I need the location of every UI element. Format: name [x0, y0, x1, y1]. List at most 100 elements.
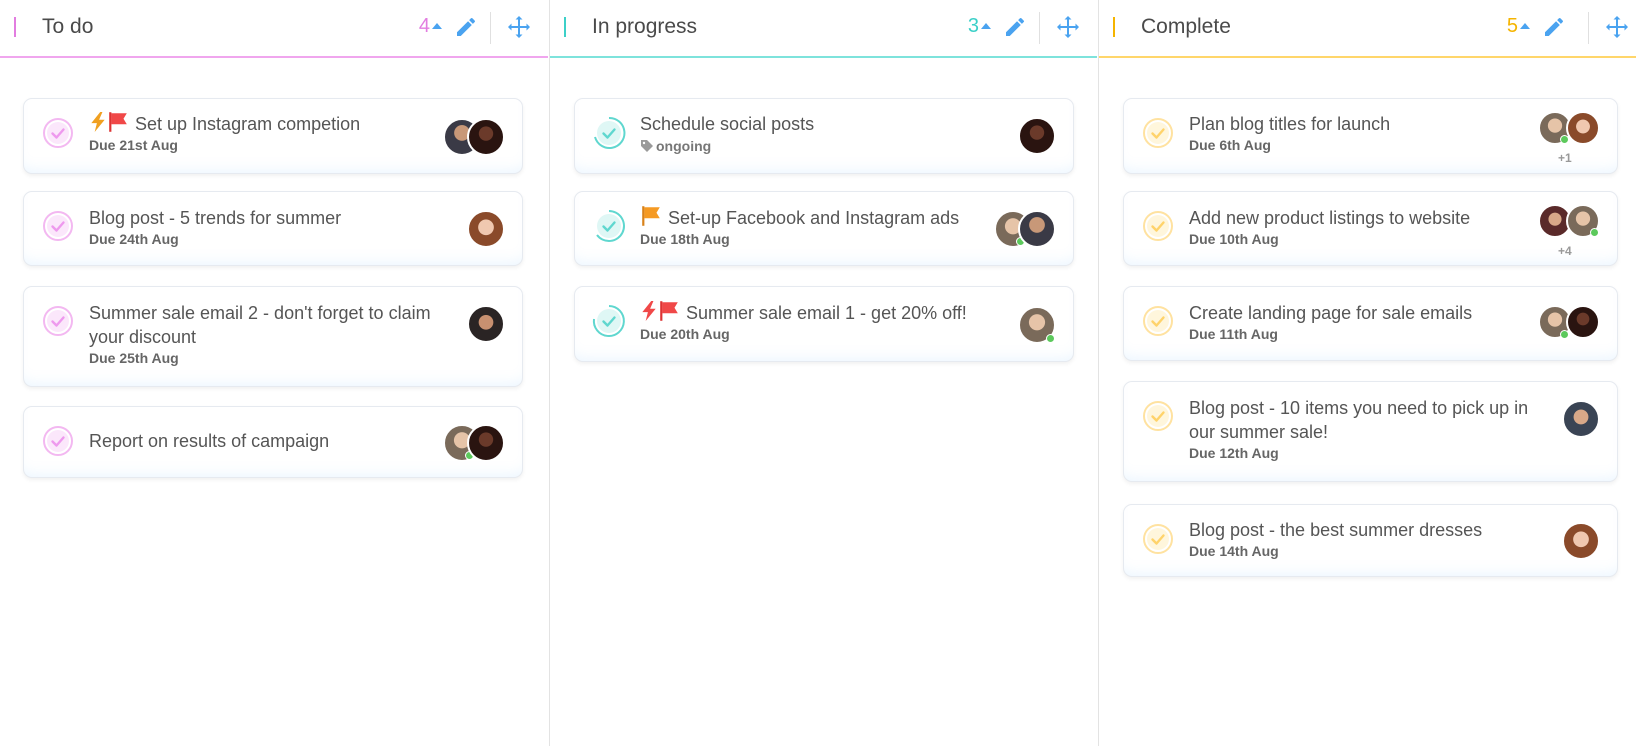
- move-icon[interactable]: [507, 15, 531, 39]
- due-date: Due 6th Aug: [1189, 137, 1271, 153]
- task-title-text: Set-up Facebook and Instagram ads: [668, 208, 960, 228]
- task-card[interactable]: Report on results of campaign: [23, 406, 523, 478]
- column-header: In progress 3: [550, 0, 1097, 58]
- task-card[interactable]: Add new product listings to website Due …: [1123, 191, 1618, 266]
- assignees: [467, 305, 505, 343]
- header-divider: [490, 12, 491, 44]
- task-card[interactable]: Blog post - 5 trends for summer Due 24th…: [23, 191, 523, 266]
- avatar[interactable]: [1566, 305, 1600, 339]
- pencil-icon[interactable]: [1003, 15, 1027, 39]
- avatar[interactable]: [467, 424, 505, 462]
- check-circle-icon[interactable]: [1142, 523, 1174, 555]
- due-date: Due 12th Aug: [1189, 445, 1279, 461]
- pencil-icon[interactable]: [1542, 15, 1566, 39]
- task-card[interactable]: Schedule social posts ongoing: [574, 98, 1074, 174]
- check-circle-icon[interactable]: [1142, 210, 1174, 242]
- red-flag-icon: [107, 112, 129, 132]
- pencil-icon[interactable]: [454, 15, 478, 39]
- due-date: Due 21st Aug: [89, 137, 178, 153]
- assignees: [1018, 117, 1056, 155]
- assignees: [1018, 306, 1056, 344]
- column-header: Complete 5: [1099, 0, 1636, 58]
- task-card[interactable]: Create landing page for sale emails Due …: [1123, 286, 1618, 361]
- lightning-icon: [640, 301, 658, 321]
- check-circle-icon[interactable]: [42, 210, 74, 242]
- assignees: [1538, 305, 1600, 343]
- task-title: Summer sale email 1 - get 20% off!: [640, 301, 973, 325]
- progress-check-icon[interactable]: [591, 208, 627, 244]
- task-title: Blog post - the best summer dresses: [1189, 520, 1483, 540]
- column-complete: Complete 5 Plan blog titles for launch D…: [1098, 0, 1636, 746]
- task-card[interactable]: Plan blog titles for launch Due 6th Aug …: [1123, 98, 1618, 174]
- task-title: Schedule social posts: [640, 114, 815, 134]
- header-divider: [1588, 12, 1589, 44]
- avatar[interactable]: [1562, 522, 1600, 560]
- due-date: Due 10th Aug: [1189, 231, 1279, 247]
- collapse-caret-icon[interactable]: [1520, 23, 1530, 29]
- collapse-caret-icon[interactable]: [981, 23, 991, 29]
- task-card[interactable]: Blog post - 10 items you need to pick up…: [1123, 381, 1618, 482]
- task-title: Add new product listings to website: [1189, 208, 1471, 228]
- task-title-line-2: your discount: [89, 327, 197, 347]
- due-date: Due 18th Aug: [640, 231, 730, 247]
- check-circle-icon[interactable]: [1142, 117, 1174, 149]
- avatar[interactable]: [467, 118, 505, 156]
- more-assignees-count[interactable]: +4: [1558, 244, 1572, 258]
- task-title: Set-up Facebook and Instagram ads: [640, 206, 973, 230]
- task-title: Set up Instagram competion: [89, 112, 422, 136]
- assignees: [443, 118, 505, 156]
- column-accent-bar: [564, 17, 566, 37]
- column-count: 5: [1506, 15, 1518, 37]
- task-card[interactable]: Summer sale email 1 - get 20% off! Due 2…: [574, 286, 1074, 362]
- column-title: Complete: [1141, 15, 1231, 38]
- lightning-icon: [89, 112, 107, 132]
- header-divider: [1039, 12, 1040, 44]
- task-title-line-1: Summer sale email 2 - don't forget to cl…: [89, 303, 431, 323]
- tag-label[interactable]: ongoing: [640, 138, 973, 154]
- check-circle-icon[interactable]: [42, 425, 74, 457]
- avatar[interactable]: [1018, 117, 1056, 155]
- avatar[interactable]: [1562, 400, 1600, 438]
- task-card[interactable]: Set-up Facebook and Instagram ads Due 18…: [574, 191, 1074, 266]
- assignees: [467, 210, 505, 248]
- column-in-progress: In progress 3 Schedule social posts ongo…: [549, 0, 1097, 746]
- progress-check-icon[interactable]: [591, 115, 627, 151]
- assignees: [994, 210, 1056, 248]
- due-date: Due 11th Aug: [1189, 326, 1278, 342]
- check-circle-icon[interactable]: [42, 117, 74, 149]
- column-to-do: To do 4 Set up Instagram competion Due 2…: [0, 0, 548, 746]
- task-title: Plan blog titles for launch: [1189, 114, 1391, 134]
- task-card[interactable]: Set up Instagram competion Due 21st Aug: [23, 98, 523, 174]
- task-title: Report on results of campaign: [89, 431, 330, 451]
- online-status-dot: [1590, 228, 1599, 237]
- assignees: [1562, 400, 1600, 438]
- online-status-dot: [1046, 334, 1055, 343]
- task-title-text: Summer sale email 1 - get 20% off!: [686, 303, 967, 323]
- assignees: +4: [1538, 204, 1600, 258]
- more-assignees-count[interactable]: +1: [1558, 151, 1572, 165]
- task-title: Create landing page for sale emails: [1189, 303, 1473, 323]
- task-title-line-2: our summer sale!: [1189, 422, 1329, 442]
- avatar[interactable]: [467, 210, 505, 248]
- avatar[interactable]: [1566, 111, 1600, 145]
- collapse-caret-icon[interactable]: [432, 23, 442, 29]
- check-circle-icon[interactable]: [1142, 305, 1174, 337]
- column-accent-bar: [1113, 17, 1115, 37]
- column-title: In progress: [592, 15, 698, 38]
- red-flag-icon: [658, 301, 680, 321]
- move-icon[interactable]: [1605, 15, 1629, 39]
- kanban-board: To do 4 Set up Instagram competion Due 2…: [0, 0, 1636, 746]
- due-date: Due 25th Aug: [89, 350, 179, 366]
- task-card[interactable]: Blog post - the best summer dresses Due …: [1123, 504, 1618, 577]
- avatar[interactable]: [467, 305, 505, 343]
- online-status-dot: [1560, 330, 1569, 339]
- check-circle-icon[interactable]: [1142, 400, 1174, 432]
- avatar[interactable]: [1018, 210, 1056, 248]
- move-icon[interactable]: [1056, 15, 1080, 39]
- check-circle-icon[interactable]: [42, 305, 74, 337]
- due-date: Due 20th Aug: [640, 326, 730, 342]
- assignees: [1562, 522, 1600, 560]
- task-card[interactable]: Summer sale email 2 - don't forget to cl…: [23, 286, 523, 387]
- due-date: Due 14th Aug: [1189, 543, 1279, 559]
- progress-check-icon[interactable]: [591, 303, 627, 339]
